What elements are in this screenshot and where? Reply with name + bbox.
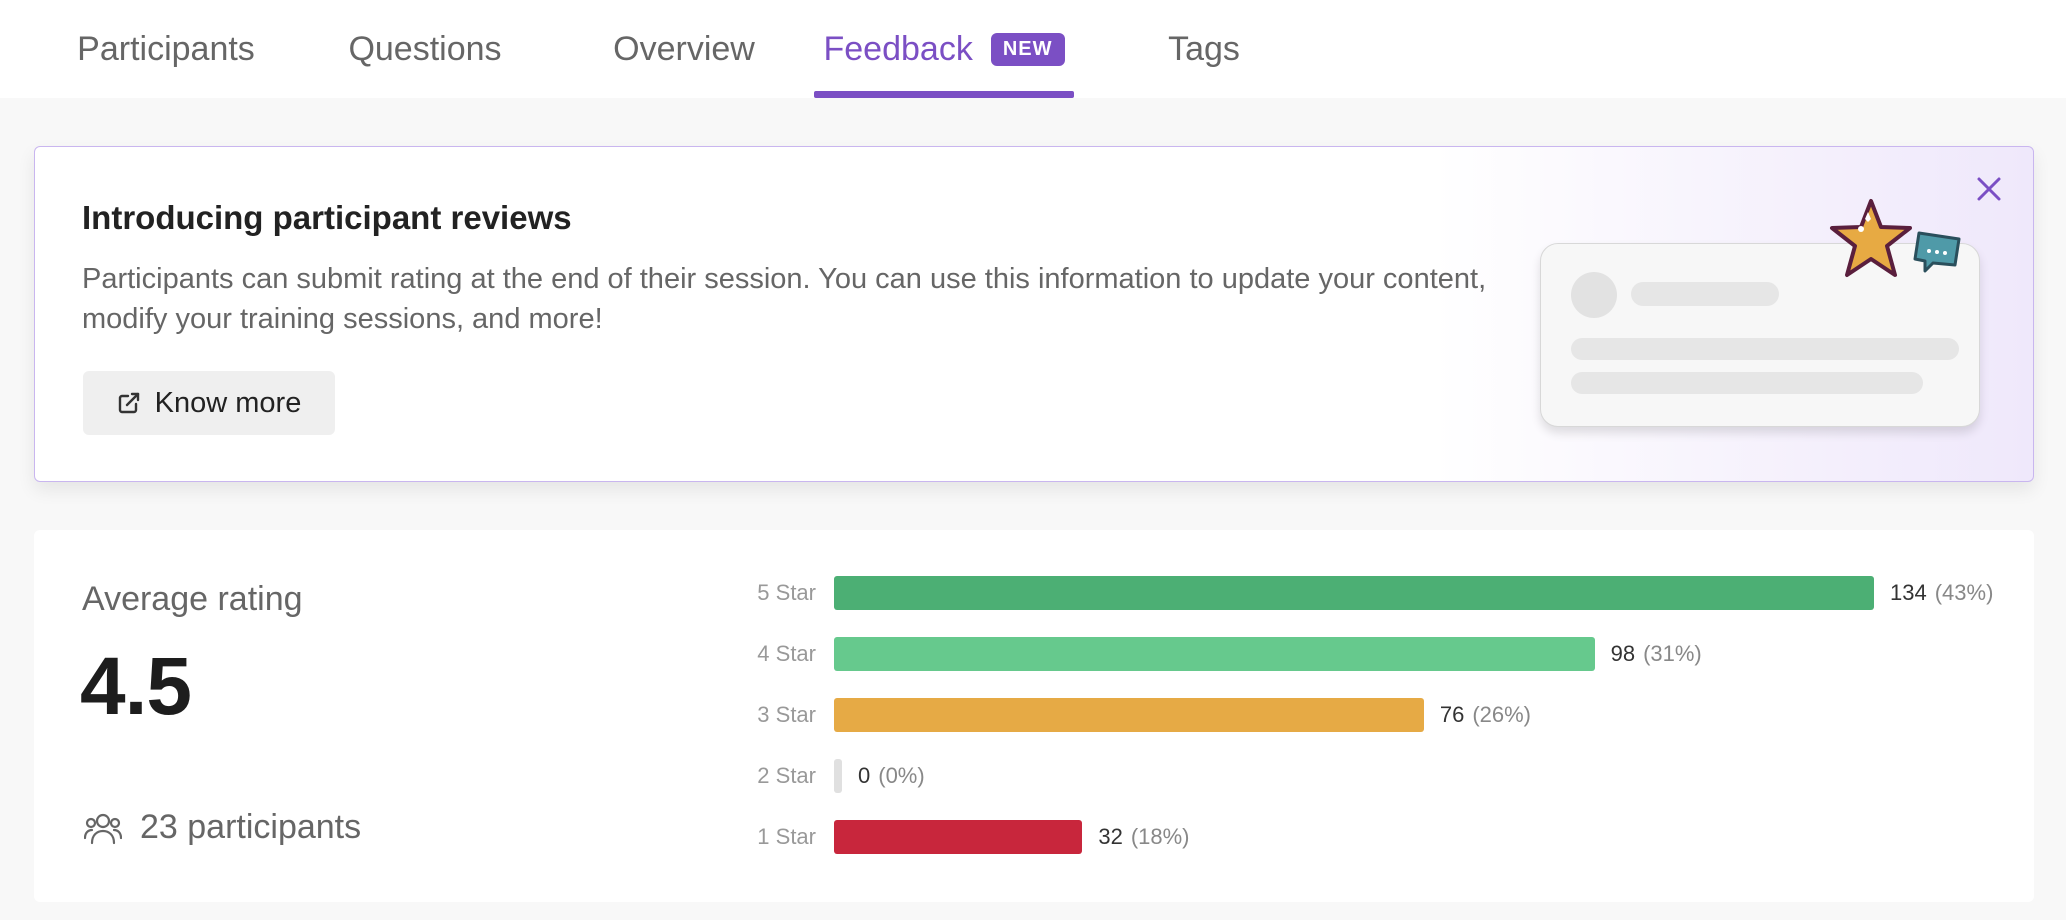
tab-questions[interactable]: Questions <box>340 0 510 98</box>
bar-percent: (26%) <box>1472 702 1532 727</box>
placeholder-line <box>1571 338 1959 360</box>
rating-summary-card: Average rating 4.5 23 participants 5 Sta… <box>34 530 2034 902</box>
tab-feedback[interactable]: Feedback NEW <box>814 0 1074 98</box>
bar-count: 0 <box>858 763 871 788</box>
participant-count-text: 23 participants <box>140 808 362 846</box>
bar-fill <box>834 698 1424 732</box>
placeholder-line <box>1571 372 1923 394</box>
active-tab-indicator <box>814 91 1074 98</box>
bar-category-label: 3 Star <box>757 702 816 727</box>
know-more-button[interactable]: Know more <box>83 371 335 435</box>
bar-value-label: 98 (31%) <box>1611 637 1702 671</box>
bar-category-label: 1 Star <box>757 824 816 849</box>
new-badge: NEW <box>990 32 1065 66</box>
bar-value-label: 76 (26%) <box>1440 698 1531 732</box>
bar-track <box>834 637 1874 671</box>
bar-percent: (0%) <box>878 763 925 788</box>
bar-category-label: 5 Star <box>757 580 816 605</box>
banner-title: Introducing participant reviews <box>82 199 572 236</box>
rating-bar-row: 3 Star 76 (26%) <box>734 698 2014 732</box>
tab-overview[interactable]: Overview <box>600 0 768 98</box>
average-rating-value: 4.5 <box>80 641 192 732</box>
tab-participants[interactable]: Participants <box>56 0 276 98</box>
banner-description: Participants can submit rating at the en… <box>82 263 1487 335</box>
chat-bubble-icon <box>1913 231 1961 273</box>
tab-label: Feedback <box>823 29 973 68</box>
rating-bar-row: 1 Star 32 (18%) <box>734 820 2014 854</box>
bar-percent: (18%) <box>1130 824 1190 849</box>
external-link-icon <box>118 392 139 414</box>
participant-count: 23 participants <box>84 808 361 847</box>
placeholder-line <box>1631 282 1779 306</box>
bar-count: 134 <box>1890 580 1927 605</box>
star-icon <box>1830 199 1912 277</box>
bar-fill <box>834 759 842 793</box>
tab-bar: Participants Questions Overview Feedback… <box>0 0 2066 98</box>
rating-distribution-chart: 5 Star 134 (43%) 4 Star 98 (31%) 3 Star 76 (26%)… <box>734 576 2014 876</box>
bar-track <box>834 698 1874 732</box>
bar-value-label: 0 (0%) <box>858 759 925 793</box>
close-icon[interactable] <box>1971 171 2007 207</box>
tab-label: Participants <box>77 29 255 68</box>
bar-value-label: 32 (18%) <box>1098 820 1189 854</box>
tab-label: Questions <box>348 29 502 68</box>
bar-category-label: 2 Star <box>757 763 816 788</box>
bar-fill <box>834 637 1595 671</box>
average-rating-label: Average rating <box>82 580 303 618</box>
rating-bar-row: 4 Star 98 (31%) <box>734 637 2014 671</box>
bar-value-label: 134 (43%) <box>1890 576 1993 610</box>
tab-tags[interactable]: Tags <box>1160 0 1248 98</box>
rating-bar-row: 2 Star 0 (0%) <box>734 759 2014 793</box>
rating-bar-row: 5 Star 134 (43%) <box>734 576 2014 610</box>
bar-category-label: 4 Star <box>757 641 816 666</box>
tab-label: Tags <box>1168 29 1240 68</box>
bar-percent: (31%) <box>1643 641 1702 666</box>
bar-fill <box>834 576 1874 610</box>
avatar-placeholder <box>1571 272 1617 318</box>
bar-track <box>834 759 1874 793</box>
tab-label: Overview <box>613 29 755 68</box>
bar-track <box>834 576 1874 610</box>
bar-count: 98 <box>1610 641 1636 666</box>
know-more-label: Know more <box>154 386 302 419</box>
bar-count: 32 <box>1098 824 1123 849</box>
bar-track <box>834 820 1874 854</box>
bar-percent: (43%) <box>1934 580 1994 605</box>
bar-fill <box>834 820 1083 854</box>
users-icon <box>84 813 122 844</box>
bar-count: 76 <box>1439 702 1465 727</box>
intro-banner: Introducing participant reviews Particip… <box>34 146 2034 482</box>
